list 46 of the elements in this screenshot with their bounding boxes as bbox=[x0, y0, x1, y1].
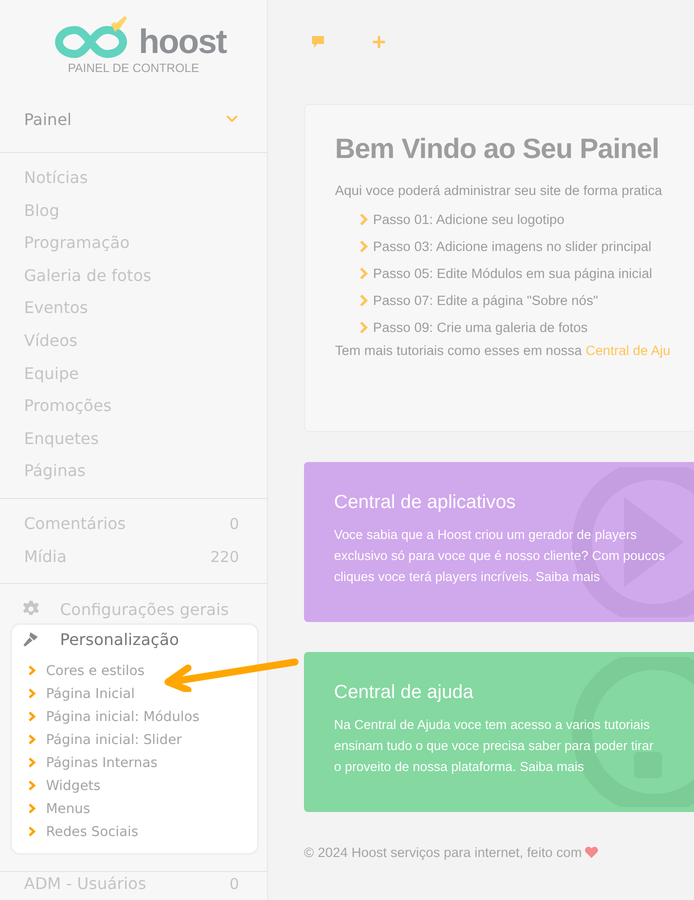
card-title: Central de aplicativos bbox=[334, 492, 517, 514]
add-icon[interactable] bbox=[372, 35, 386, 49]
chevron-icon bbox=[359, 213, 368, 226]
welcome-title: Bem Vindo ao Seu Painel bbox=[335, 133, 660, 165]
comment-icon[interactable] bbox=[310, 34, 326, 50]
submenu-item[interactable]: Widgets bbox=[46, 778, 101, 794]
chevron-icon bbox=[28, 688, 36, 700]
promo-card[interactable]: Central de aplicativos Voce sabia que a Hoost criou um gerador de players exclusivo só para voce que é nosso cliente? Com poucos cliques voce terá players incríveis. Saiba mais bbox=[304, 462, 694, 622]
intro-text: Aqui voce poderá administrar seu site de forma pratica bbox=[335, 183, 664, 198]
submenu-item[interactable]: Redes Sociais bbox=[46, 824, 138, 840]
submenu-item[interactable]: Cores e estilos bbox=[46, 662, 145, 679]
card-text: Voce sabia que a Hoost criou um gerador de players exclusivo só para voce que é nosso cliente? Com poucos cliques voce terá players incríveis. Saiba mais bbox=[334, 526, 666, 586]
chevron-icon bbox=[28, 803, 36, 814]
chevron-icon bbox=[28, 757, 36, 768]
logo-text: hoost bbox=[138, 24, 226, 60]
step-text: Passo 05: Edite Módulos em sua página inicial bbox=[373, 266, 652, 281]
help-link[interactable]: Central de Aju bbox=[586, 343, 670, 358]
chevron-icon bbox=[28, 734, 36, 746]
heart-icon bbox=[584, 846, 599, 859]
card-text: Na Central de Ajuda voce tem acesso a varios tutoriais ensinam tudo o que voce precisa saber para poder tirar o proveito de nossa plataforma. Saiba mais bbox=[334, 716, 654, 776]
card-title: Central de ajuda bbox=[334, 682, 474, 704]
submenu-item[interactable]: Página inicial: Slider bbox=[46, 732, 182, 748]
chevron-icon bbox=[225, 114, 239, 124]
logo-subtitle: PAINEL DE CONTROLE bbox=[68, 61, 200, 75]
step-text: Passo 03: Adicione imagens no slider principal bbox=[373, 239, 652, 254]
chevron-icon bbox=[28, 665, 36, 676]
chevron-icon bbox=[359, 267, 368, 280]
submenu-item[interactable]: Menus bbox=[46, 800, 90, 817]
promo-card[interactable]: Central de ajuda Na Central de Ajuda voce tem acesso a varios tutoriais ensinam tudo o que voce precisa saber para poder tirar o proveito de nossa plataforma. Saiba mais bbox=[304, 652, 694, 812]
chevron-icon bbox=[28, 711, 36, 722]
chevron-icon bbox=[359, 240, 368, 253]
submenu-item[interactable]: Página Inicial bbox=[46, 686, 135, 702]
chevron-icon bbox=[28, 826, 36, 838]
submenu-item[interactable]: Página inicial: Módulos bbox=[46, 708, 200, 725]
step-text: Passo 01: Adicione seu logotipo bbox=[373, 212, 564, 227]
step-text: Passo 07: Edite a página "Sobre nós" bbox=[373, 293, 598, 308]
tutorials-text: Tem mais tutoriais como esses em nossa bbox=[335, 343, 582, 358]
footer-text: © 2024 Hoost serviços para internet, feito com bbox=[304, 845, 582, 860]
brush-icon bbox=[22, 630, 40, 648]
submenu-item[interactable]: Páginas Internas bbox=[46, 754, 158, 771]
step-text: Passo 09: Crie uma galeria de fotos bbox=[373, 320, 588, 335]
menu-header[interactable]: Painel bbox=[0, 86, 267, 152]
sidebar-item[interactable]: Personalização bbox=[60, 630, 180, 649]
chevron-icon bbox=[359, 294, 368, 307]
chevron-icon bbox=[359, 321, 368, 334]
chevron-icon bbox=[28, 780, 36, 792]
